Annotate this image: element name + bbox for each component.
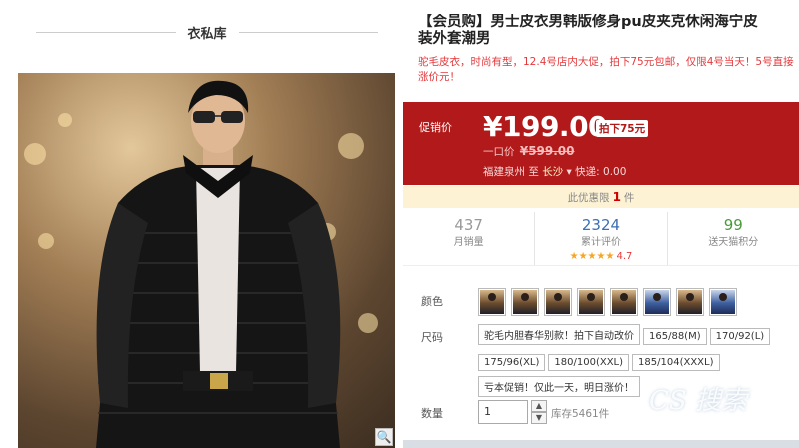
chevron-down-icon[interactable]: ▾ — [567, 166, 572, 178]
stat-label: 累计评价 — [580, 237, 621, 248]
product-subtitle: 驼毛皮衣，时尚有型，12.4号店内大促，拍下75元包邮，仅限4号当天！5号直接涨… — [418, 56, 794, 83]
stats-bar: 437 月销量 2324 累计评价 ★★★★★ 4.7 99 送天猫积分 — [403, 212, 799, 266]
divider — [36, 31, 176, 33]
title-line-2: 装外套潮男 — [418, 31, 491, 47]
size-option[interactable]: 185/104(XXXL) — [632, 354, 720, 371]
ship-to-select[interactable]: 长沙 — [542, 166, 563, 178]
stat-points: 99 送天猫积分 — [668, 212, 799, 265]
color-swatch[interactable] — [610, 288, 638, 316]
zoom-icon[interactable]: 🔍 — [375, 428, 393, 446]
rating-stars: ★★★★★ 4.7 — [535, 250, 666, 264]
promo-price: ¥199.00 — [483, 110, 608, 143]
original-price-label: 一口价 — [483, 146, 515, 158]
size-options: 驼毛内胆春华别款！拍下自动改价 165/88(M) 170/92(L) 175/96… — [478, 324, 798, 402]
size-option[interactable]: 亏本促销！仅此一天，明日涨价！ — [478, 376, 640, 397]
watermark: CS 搜索 — [649, 386, 747, 416]
stat-number: 437 — [454, 216, 483, 234]
size-label: 尺码 — [421, 331, 443, 344]
product-image[interactable]: 🔍 — [18, 73, 395, 448]
stat-number: 99 — [723, 216, 743, 234]
size-option[interactable]: 170/92(L) — [709, 328, 771, 345]
limit-suffix: 件 — [623, 192, 635, 204]
original-price-value: ¥599.00 — [519, 144, 575, 158]
stat-label: 送天猫积分 — [708, 237, 759, 248]
color-swatch[interactable] — [676, 288, 704, 316]
product-title: 【会员购】男士皮衣男韩版修身pu皮夹克休闲海宁皮 装外套潮男 — [418, 14, 799, 48]
quantity-label: 数量 — [421, 407, 443, 420]
stat-number[interactable]: 2324 — [535, 214, 666, 236]
arrow-down-icon[interactable]: ▼ — [531, 412, 547, 424]
star-icon: ★★★★★ — [569, 251, 615, 262]
color-swatch[interactable] — [709, 288, 737, 316]
color-swatches — [478, 288, 737, 316]
limit-count: 1 — [612, 190, 621, 204]
ship-to-word: 至 — [528, 166, 539, 178]
bottom-edge — [403, 440, 799, 448]
stock-count: 库存5461件 — [551, 408, 610, 420]
color-swatch[interactable] — [478, 288, 506, 316]
express-fee: 快递: 0.00 — [575, 166, 627, 178]
rating-score: 4.7 — [616, 251, 633, 262]
color-swatch[interactable] — [643, 288, 671, 316]
shop-header: 衣私库 — [36, 18, 379, 46]
color-swatch[interactable] — [577, 288, 605, 316]
divider — [238, 31, 379, 33]
limit-prefix: 此优惠限 — [567, 192, 610, 204]
shop-name[interactable]: 衣私库 — [176, 23, 239, 42]
price-panel: 促销价 ¥199.00 拍下75元 一口价 ¥599.00 福建泉州 至 长沙 … — [403, 102, 799, 185]
color-swatch[interactable] — [544, 288, 572, 316]
stat-label: 月销量 — [453, 237, 484, 248]
color-label: 颜色 — [421, 295, 443, 308]
size-option[interactable]: 175/96(XL) — [478, 354, 546, 371]
product-info: 【会员购】男士皮衣男韩版修身pu皮夹克休闲海宁皮 装外套潮男 驼毛皮衣，时尚有型… — [403, 0, 799, 448]
stat-reviews[interactable]: 2324 累计评价 ★★★★★ 4.7 — [535, 212, 668, 265]
purchase-limit: 此优惠限 1 件 — [403, 186, 799, 208]
title-line-1: 【会员购】男士皮衣男韩版修身pu皮夹克休闲海宁皮 — [418, 14, 758, 30]
gallery: 衣私库 🔍 — [0, 0, 402, 448]
price-label: 促销价 — [419, 121, 452, 134]
size-option[interactable]: 驼毛内胆春华别款！拍下自动改价 — [478, 324, 640, 345]
discount-badge: 拍下75元 — [596, 120, 649, 137]
arrow-up-icon[interactable]: ▲ — [531, 400, 547, 412]
quantity-input[interactable]: 1 — [478, 400, 528, 424]
original-price: 一口价 ¥599.00 — [483, 144, 575, 159]
stat-monthly-sales: 437 月销量 — [403, 212, 536, 265]
ship-from: 福建泉州 — [483, 166, 525, 178]
size-option[interactable]: 165/88(M) — [643, 328, 707, 345]
shipping-info: 福建泉州 至 长沙 ▾ 快递: 0.00 — [483, 164, 626, 179]
size-option[interactable]: 180/100(XXL) — [548, 354, 630, 371]
model-figure — [96, 80, 341, 448]
color-swatch[interactable] — [511, 288, 539, 316]
